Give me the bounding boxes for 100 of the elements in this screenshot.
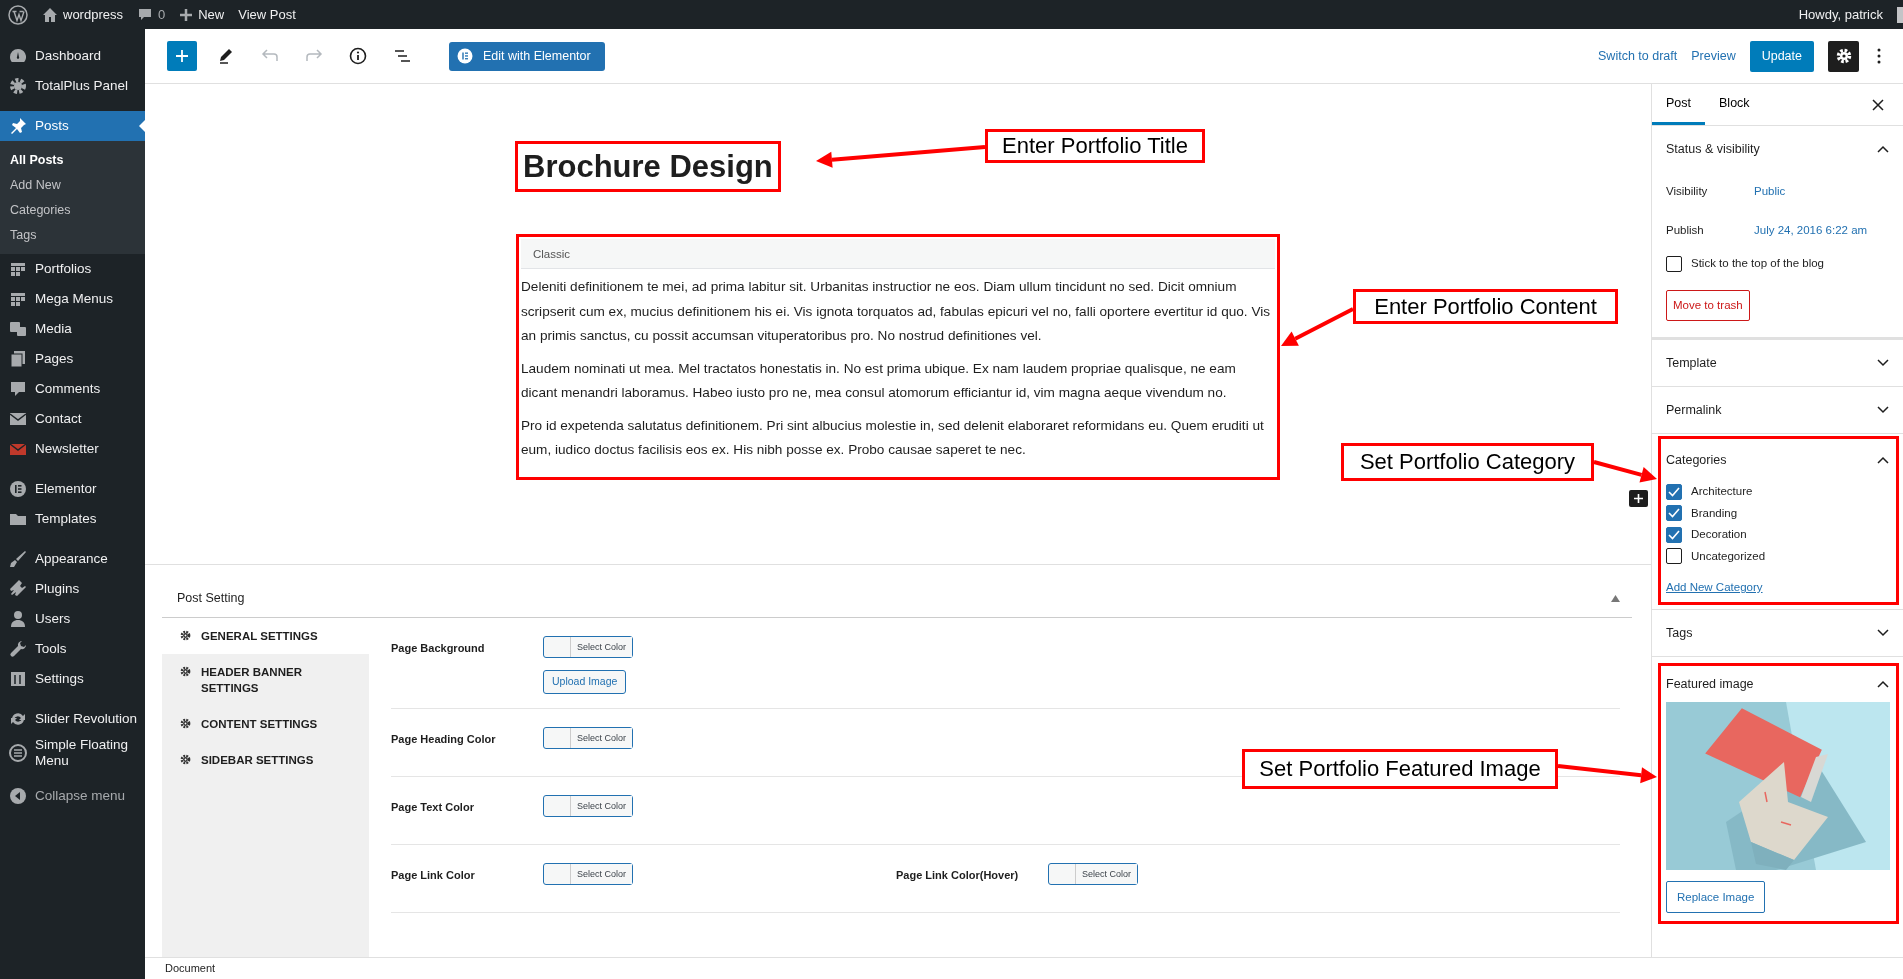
redo-icon — [305, 49, 323, 63]
gear-icon — [180, 718, 191, 729]
menu-item[interactable]: Slider Revolution — [0, 704, 145, 734]
chevron-down-icon[interactable] — [1877, 629, 1889, 638]
list-icon — [393, 48, 411, 64]
panel-title: Post Setting — [177, 590, 245, 608]
panel-title[interactable]: Permalink — [1666, 400, 1722, 420]
preview-link[interactable]: Preview — [1691, 46, 1736, 66]
home-icon — [42, 6, 58, 23]
upload-image-button[interactable]: Upload Image — [543, 670, 627, 694]
settings-button[interactable] — [1828, 40, 1859, 72]
menu-item[interactable]: Newsletter — [0, 434, 145, 464]
submenu-item[interactable]: All Posts — [0, 148, 145, 173]
plus-icon — [1633, 492, 1644, 504]
panel-title[interactable]: Categories — [1666, 450, 1727, 470]
menu-item[interactable]: Comments — [0, 374, 145, 404]
info-icon — [349, 47, 367, 65]
field-label: Page Link Color(Hover) — [896, 868, 1020, 883]
chevron-down-icon[interactable] — [1877, 359, 1889, 367]
switch-to-draft-link[interactable]: Switch to draft — [1598, 46, 1678, 66]
menu-item[interactable]: Pages — [0, 344, 145, 374]
checkbox[interactable] — [1666, 505, 1682, 522]
collapse-menu-button[interactable]: Collapse menu — [0, 781, 145, 812]
new-link[interactable]: New — [179, 4, 225, 25]
settings-icon — [1834, 47, 1853, 65]
replace-image-button[interactable]: Replace Image — [1666, 881, 1766, 914]
settings-tab[interactable]: HEADER BANNER SETTINGS — [162, 654, 369, 706]
menu-item[interactable]: Tools — [0, 634, 145, 664]
chevron-up-icon[interactable] — [1877, 456, 1889, 464]
menu-item[interactable]: Contact — [0, 404, 145, 434]
sidebar-tab[interactable]: Post — [1652, 84, 1705, 125]
checkbox[interactable] — [1666, 483, 1682, 500]
panel-title[interactable]: Tags — [1666, 623, 1693, 643]
sidebar-tab[interactable]: Block — [1705, 84, 1764, 125]
menu-item[interactable]: Appearance — [0, 544, 145, 574]
menu-item[interactable]: Portfolios — [0, 254, 145, 284]
settings-tab[interactable]: CONTENT SETTINGS — [162, 706, 369, 742]
color-picker-button[interactable]: Select Color — [543, 727, 634, 749]
gear-icon — [180, 754, 191, 765]
panel-title[interactable]: Featured image — [1666, 674, 1754, 694]
block-label: Classic — [521, 239, 1275, 269]
field-value-link[interactable]: Public — [1754, 182, 1786, 201]
chevron-down-icon[interactable] — [1877, 406, 1889, 414]
post-title[interactable]: Brochure Design — [515, 141, 781, 192]
speech-bubble-icon — [136, 6, 153, 23]
chevron-up-icon[interactable] — [1877, 145, 1889, 153]
elementor-button[interactable]: Edit with Elementor — [449, 41, 605, 71]
move-to-trash-button[interactable]: Move to trash — [1666, 290, 1750, 321]
settings-tab[interactable]: GENERAL SETTINGS — [162, 618, 369, 654]
color-picker-button[interactable]: Select Color — [543, 795, 634, 817]
menu-item[interactable]: Elementor — [0, 474, 145, 504]
field-label: Visibility — [1666, 183, 1709, 199]
triangle-icon[interactable] — [1611, 595, 1620, 602]
site-link[interactable]: wordpress — [42, 4, 123, 25]
chevron-up-icon[interactable] — [1877, 680, 1889, 689]
plug-icon — [8, 579, 28, 599]
color-picker-button[interactable]: Select Color — [543, 863, 634, 885]
circle-logo-icon — [457, 48, 473, 64]
submenu-item[interactable]: Tags — [0, 223, 145, 248]
checkbox[interactable] — [1666, 256, 1682, 272]
checkbox[interactable] — [1666, 526, 1682, 543]
callout-label: Set Portfolio Category — [1341, 443, 1594, 481]
color-picker-button[interactable]: Select Color — [1048, 863, 1139, 885]
submenu-item[interactable]: Categories — [0, 198, 145, 223]
paragraph: Pro id expetenda salutatus definitionem. Pri sint albucius molestie in, sed delenit elaboraret reformidans eu. Quem eruditi ut eum, iudico doctus facilisis eos ex. His nibh posse ex. Probo causae saperet te nec. — [521, 416, 1265, 459]
settings-tab[interactable]: SIDEBAR SETTINGS — [162, 742, 369, 778]
field-label: Publish — [1666, 222, 1705, 238]
panel-title[interactable]: Status & visibility — [1666, 139, 1760, 159]
menu-item[interactable]: Users — [0, 604, 145, 634]
pencil-icon — [217, 47, 235, 65]
update-button[interactable]: Update — [1749, 40, 1814, 72]
menu-item[interactable]: Posts — [0, 111, 145, 141]
menu-item[interactable]: Plugins — [0, 574, 145, 604]
checkbox[interactable] — [1666, 548, 1682, 565]
menu-item[interactable]: Settings — [0, 664, 145, 694]
checkbox-label: Stick to the top of the blog — [1691, 256, 1824, 272]
menu-item[interactable]: Templates — [0, 504, 145, 534]
checkbox-label: Branding — [1691, 505, 1738, 521]
panel-title[interactable]: Template — [1666, 353, 1717, 373]
add-block-button[interactable] — [1629, 489, 1648, 507]
add-category-link[interactable]: Add New Category — [1666, 579, 1763, 597]
menu-item[interactable]: Simple Floating Menu — [0, 734, 145, 772]
checkbox-label: Decoration — [1691, 527, 1747, 543]
view-post-link[interactable]: View Post — [238, 4, 296, 25]
wordpress-logo-icon[interactable] — [8, 4, 28, 25]
paragraph: Laudem nominati ut mea. Mel tractatos honestatis in. No est prima ubique. Ex nam laudem propriae qualisque, ne eam dicant menandri laboramus. Habeo iusto pro ne, mea consul atomorum efficiantur id, vim magna aeque vivendum no. — [521, 359, 1237, 402]
field-value-link[interactable]: July 24, 2016 6:22 am — [1754, 221, 1868, 240]
menu-circle-icon — [8, 742, 28, 763]
submenu-item[interactable]: Add New — [0, 173, 145, 198]
checkbox-label: Architecture — [1691, 484, 1753, 500]
circle-logo-icon — [8, 479, 28, 499]
color-picker-button[interactable]: Select Color — [543, 636, 634, 658]
menu-item[interactable]: TotalPlus Panel — [0, 71, 145, 101]
classic-block[interactable] — [516, 234, 1280, 480]
comments-link[interactable]: 0 — [136, 4, 166, 25]
menu-item[interactable]: Media — [0, 314, 145, 344]
menu-item[interactable]: Dashboard — [0, 41, 145, 71]
greeting-link[interactable]: Howdy, patrick — [1798, 4, 1883, 25]
person-icon — [8, 609, 28, 629]
menu-item[interactable]: Mega Menus — [0, 284, 145, 314]
